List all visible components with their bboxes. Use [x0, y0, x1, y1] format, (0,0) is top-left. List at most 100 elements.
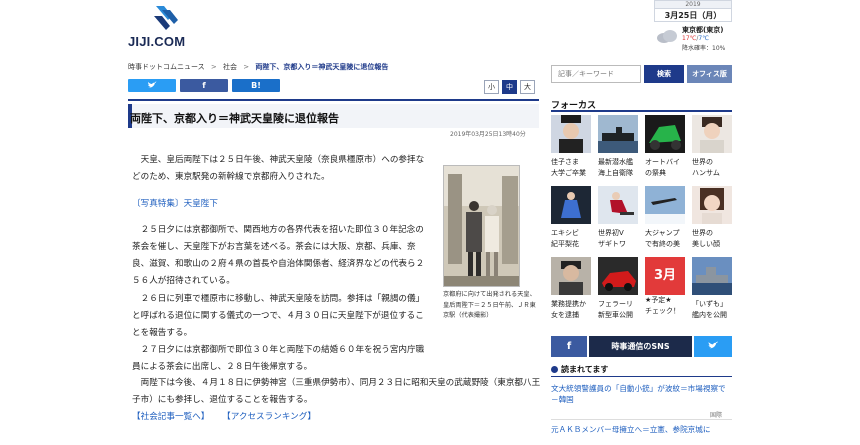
focus-caption-line1: 世界の	[692, 158, 713, 166]
focus-tile[interactable]: 最新潜水艦 海上自衛隊	[598, 115, 638, 179]
focus-tile[interactable]: 世界の ハンサム	[692, 115, 732, 179]
temp-low: 7℃	[698, 35, 709, 42]
focus-caption-line2: チェック！	[645, 307, 680, 315]
article-timestamp: 2019年03月25日13時40分	[450, 131, 526, 138]
focus-tile[interactable]: 世界の 美しい顔	[692, 186, 732, 250]
focus-thumbnail	[598, 186, 638, 224]
article-paragraph: ２５日夕には京都御所で、関西地方の各界代表を招いた即位３０年記念の茶会を催し、天…	[132, 225, 425, 286]
article-photo-image	[444, 166, 519, 286]
focus-caption-line2: 艦内を公開	[692, 311, 727, 319]
breadcrumb-society[interactable]: 社会	[223, 63, 237, 71]
cloud-icon	[657, 30, 677, 43]
article-title: 両陛下、京都入り＝神武天皇陵に退位報告	[130, 112, 339, 125]
article-paragraph: 天皇、皇后両陛下は２５日午後、神武天皇陵（奈良県橿原市）への参拝などのため、東京…	[132, 155, 425, 182]
focus-caption-line1: エキシビ	[551, 229, 579, 237]
facebook-share-button[interactable]: f	[180, 79, 228, 92]
twitter-icon	[708, 341, 718, 349]
focus-caption-line1: オートバイ	[645, 158, 680, 166]
bullet-icon	[551, 366, 558, 373]
focus-caption-line2: 海上自衛隊	[598, 169, 633, 177]
focus-caption-line1: 世界の	[692, 229, 713, 237]
focus-tile[interactable]: 業務提携か 女を逮捕	[551, 257, 591, 321]
focus-tile[interactable]: フェラーリ 新型車公開	[598, 257, 638, 321]
focus-caption-line1: 業務提携か	[551, 300, 586, 308]
jiji-logo-mark-icon	[154, 6, 178, 30]
breadcrumb-home[interactable]: 時事ドットコムニュース	[128, 63, 205, 71]
date-year: 2019	[654, 0, 732, 8]
font-size-medium-button[interactable]: 中	[502, 80, 517, 94]
facebook-sns-button[interactable]: f	[551, 336, 587, 357]
focus-caption-line2: ハンサム	[692, 169, 720, 177]
calendar-badge: 3月	[653, 268, 677, 283]
focus-caption-line2: 女を逮捕	[551, 311, 579, 319]
focus-caption-line1: ★予定★	[645, 296, 672, 304]
breadcrumb-separator: >	[210, 63, 217, 71]
date-day: 3月25日（月）	[654, 8, 732, 22]
focus-tile[interactable]: 大ジャンプ で有終の美	[645, 186, 685, 250]
photo-feature-link[interactable]: 〔写真特集〕天皇陛下	[132, 199, 218, 209]
focus-caption-line2: 紀平梨花	[551, 240, 579, 248]
sns-label[interactable]: 時事通信のSNS	[589, 336, 692, 357]
logo-text: JIJI.COM	[128, 34, 186, 49]
article-paragraph: ２６日に列車で橿原市に移動し、神武天皇陵を訪問。参拝は「親謁の儀」と呼ばれる退位…	[132, 294, 425, 338]
focus-thumbnail	[692, 115, 732, 153]
focus-caption-line1: 佳子さま	[551, 158, 579, 166]
weather-temperature: 17℃/7℃	[682, 35, 709, 42]
date-box: 2019 3月25日（月）	[654, 0, 732, 22]
focus-caption-line1: フェラーリ	[598, 300, 633, 308]
popular-title: 読まれてます	[561, 365, 609, 374]
access-ranking-link[interactable]: 【アクセスランキング】	[222, 412, 316, 422]
focus-tile[interactable]: 世界初V ザギトワ	[598, 186, 638, 250]
focus-caption-line2: ザギトワ	[598, 240, 626, 248]
focus-thumbnail	[551, 257, 591, 295]
article-footer-links: 【社会記事一覧へ】 【アクセスランキング】	[132, 409, 432, 426]
focus-tile[interactable]: 3月 ★予定★ チェック！	[645, 257, 685, 317]
font-size-small-button[interactable]: 小	[484, 80, 499, 94]
divider	[551, 419, 732, 420]
twitter-sns-button[interactable]	[694, 336, 732, 357]
article-photo[interactable]	[443, 165, 520, 287]
twitter-icon	[148, 81, 157, 88]
jiji-logo[interactable]: JIJI.COM	[128, 4, 204, 50]
category-tag: 国際	[710, 412, 723, 419]
focus-thumbnail	[598, 257, 638, 295]
focus-caption-line1: 最新潜水艦	[598, 158, 633, 166]
article-paragraph: 両陛下は今後、４月１８日に伊勢神宮（三重県伊勢市）、同月２３日に昭和天皇の武蔵野…	[132, 378, 541, 405]
weather-city: 東京都(東京)	[682, 26, 724, 34]
focus-thumbnail	[692, 186, 732, 224]
temp-high: 17℃	[682, 35, 697, 42]
title-rule	[128, 99, 539, 101]
font-size-large-button[interactable]: 大	[520, 80, 535, 94]
search-input[interactable]	[551, 65, 641, 83]
photo-feature-line: 〔写真特集〕天皇陛下	[132, 196, 432, 213]
focus-tile[interactable]: 佳子さま 大学ご卒業	[551, 115, 591, 179]
breadcrumb: 時事ドットコムニュース > 社会 > 両陛下、京都入り＝神武天皇陵に退位報告	[128, 62, 392, 72]
twitter-share-button[interactable]	[128, 79, 176, 92]
focus-tile[interactable]: エキシビ 紀平梨花	[551, 186, 591, 250]
hatena-bookmark-button[interactable]: B!	[232, 79, 280, 92]
rain-probability: 降水確率：10%	[682, 45, 726, 52]
photo-caption: 京都府に向けて出発される天皇、皇后両陛下＝２５日午前、ＪＲ東京駅（代表撮影）	[443, 291, 536, 319]
search-button[interactable]: 検索	[644, 65, 684, 83]
focus-caption-line2: の祭典	[645, 169, 666, 177]
focus-thumbnail	[551, 115, 591, 153]
focus-thumbnail	[645, 186, 685, 224]
focus-thumbnail	[645, 115, 685, 153]
focus-caption-line2: 美しい顔	[692, 240, 720, 248]
focus-caption-line2: 大学ご卒業	[551, 169, 586, 177]
focus-tile[interactable]: オートバイ の祭典	[645, 115, 685, 179]
society-articles-link[interactable]: 【社会記事一覧へ】	[132, 412, 209, 422]
focus-tile[interactable]: 「いずも」 艦内を公開	[692, 257, 732, 321]
focus-thumbnail: 3月	[645, 257, 685, 295]
office-version-button[interactable]: オフィス版	[687, 65, 732, 83]
focus-thumbnail	[551, 186, 591, 224]
focus-heading: フォーカス	[551, 98, 732, 112]
popular-article-link[interactable]: 元ＡＫＢメンバー母擁立へ＝立憲、参院京城に	[551, 424, 732, 435]
focus-caption-line1: 大ジャンプ	[645, 229, 680, 237]
popular-article-link[interactable]: 文大統領警護員の「自動小銃」が波紋＝市場視察で－韓国	[551, 383, 732, 405]
popular-heading: 読まれてます	[551, 364, 732, 377]
focus-caption-line1: 世界初V	[598, 229, 624, 237]
weather-widget[interactable]: 東京都(東京) 17℃/7℃ 降水確率：10%	[656, 25, 736, 52]
article-paragraph: ２７日夕には京都御所で即位３０年と両陛下の結婚６０年を祝う宮内庁職員による茶会に…	[132, 345, 425, 372]
breadcrumb-current: 両陛下、京都入り＝神武天皇陵に退位報告	[255, 63, 389, 71]
